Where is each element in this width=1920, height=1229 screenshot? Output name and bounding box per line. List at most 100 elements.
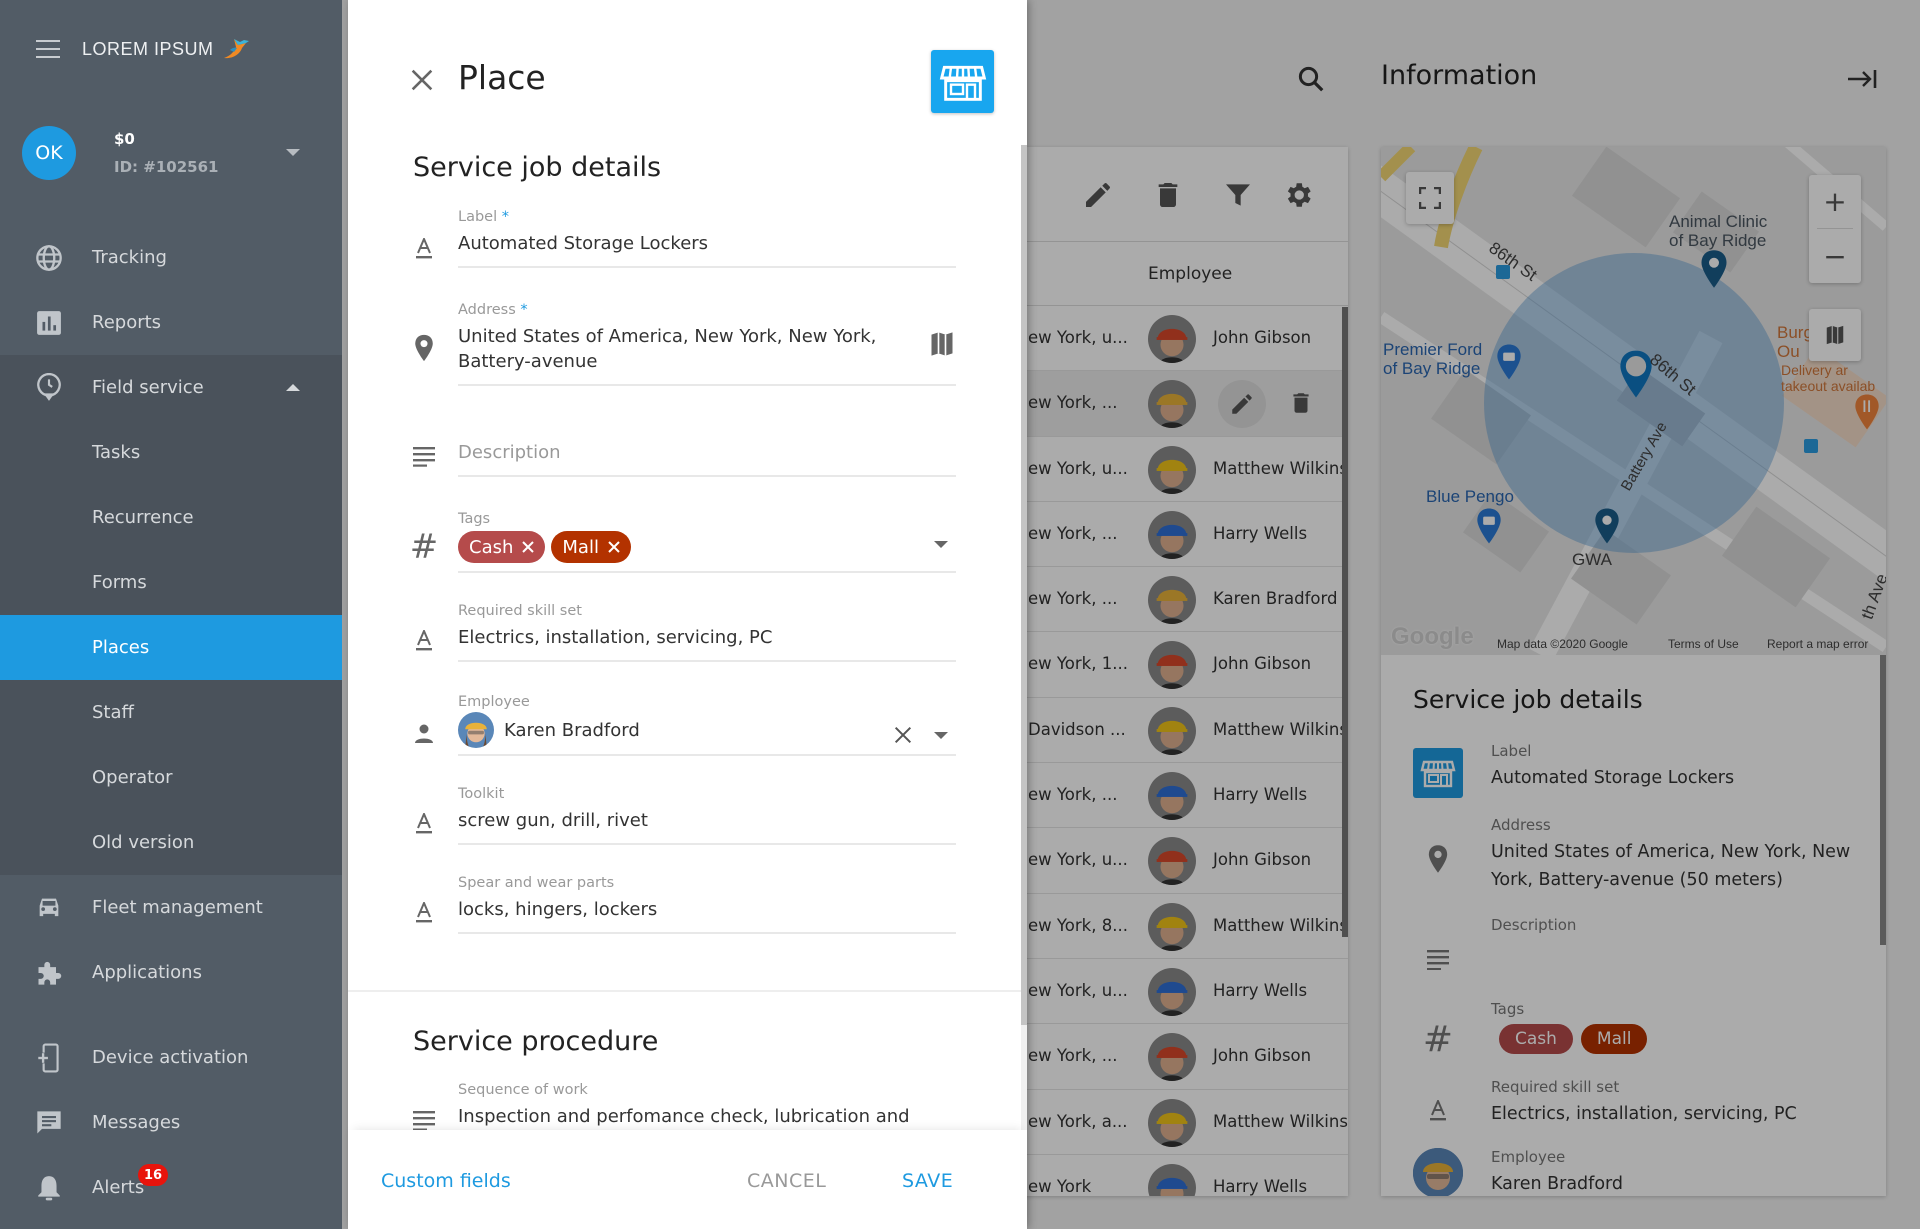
terms-of-use-link[interactable]: Terms of Use <box>1668 637 1739 651</box>
row-employee-name: Harry Wells <box>1213 785 1308 805</box>
filter-icon[interactable] <box>1222 179 1254 211</box>
report-map-error-link[interactable]: Report a map error <box>1767 637 1868 651</box>
sidebar-item-forms[interactable]: Forms <box>0 550 342 615</box>
map-icon[interactable] <box>928 330 956 358</box>
table-row[interactable]: ew York, u... John Gibson <box>1000 306 1348 372</box>
poi-pin-icon[interactable] <box>1593 507 1621 545</box>
menu-icon[interactable] <box>36 40 60 58</box>
puzzle-icon <box>34 958 64 988</box>
chevron-down-icon[interactable] <box>286 149 300 156</box>
table-row[interactable]: ew York, u... John Gibson <box>1000 828 1348 894</box>
table-row[interactable]: Davidson ... Matthew Wilkins <box>1000 698 1348 764</box>
table-row[interactable]: ew York, u... Matthew Wilkins <box>1000 437 1348 502</box>
clear-icon[interactable] <box>892 724 914 746</box>
table-row[interactable]: ew York, 1... John Gibson <box>1000 632 1348 698</box>
tag-chip[interactable]: Mall <box>551 531 631 563</box>
account-switcher[interactable]: OK $0 ID: #102561 <box>0 98 342 208</box>
table-row[interactable]: ew York, ... Harry Wells <box>1000 502 1348 568</box>
spare-parts-field[interactable]: Spear and wear parts locks, hingers, loc… <box>416 875 956 934</box>
info-scrollbar[interactable] <box>1880 655 1886 945</box>
table-row[interactable]: ew York, 8... Matthew Wilkins <box>1000 894 1348 959</box>
tags-field[interactable]: # Tags Cash Mall <box>410 511 956 573</box>
sidebar-item-tasks[interactable]: Tasks <box>0 420 342 485</box>
table-row[interactable]: ew York, a... Matthew Wilkins <box>1000 1090 1348 1155</box>
store-icon <box>1413 748 1463 798</box>
employee-avatar <box>1148 837 1196 886</box>
fullscreen-icon <box>1419 187 1441 209</box>
employee-avatar <box>1148 445 1196 494</box>
sidebar-item-reports[interactable]: Reports <box>0 290 342 355</box>
sidebar-item-operator[interactable]: Operator <box>0 745 342 810</box>
settings-gear-icon[interactable] <box>1282 179 1314 211</box>
toolkit-input[interactable]: screw gun, drill, rivet <box>458 808 956 843</box>
sidebar-item-staff[interactable]: Staff <box>0 680 342 745</box>
shopping-pin-icon[interactable] <box>1495 343 1523 381</box>
place-location-pin-icon[interactable] <box>1617 349 1655 399</box>
label-input[interactable]: Automated Storage Lockers <box>458 231 956 266</box>
table-row[interactable]: ew York, ... Karen Bradford <box>1000 567 1348 633</box>
description-input[interactable]: Description <box>458 442 956 475</box>
sidebar-group-field-service: Field service Tasks Recurrence Forms Pla… <box>0 355 342 875</box>
chevron-up-icon[interactable] <box>286 384 300 391</box>
edit-icon[interactable] <box>1082 179 1114 211</box>
delete-icon[interactable] <box>1152 179 1184 211</box>
sequence-of-work-input[interactable]: Inspection and perfomance check, lubrica… <box>458 1104 956 1130</box>
field-label: Toolkit <box>458 786 505 802</box>
table-row[interactable]: ew York, u... Harry Wells <box>1000 959 1348 1025</box>
label-field[interactable]: Label * Automated Storage Lockers <box>416 209 956 268</box>
sidebar-item-places[interactable]: Places <box>0 615 342 680</box>
map[interactable]: 86th St 86th St Battery Ave Animal Clini… <box>1381 147 1886 655</box>
map-fullscreen-button[interactable] <box>1406 172 1454 224</box>
chevron-down-icon[interactable] <box>934 541 948 548</box>
spare-parts-input[interactable]: locks, hingers, lockers <box>458 897 956 932</box>
poi-pin-icon[interactable] <box>1699 249 1729 289</box>
address-field[interactable]: Address * United States of America, New … <box>415 302 956 386</box>
row-delete-button[interactable] <box>1286 388 1316 418</box>
sidebar-item-tracking[interactable]: Tracking <box>0 225 342 290</box>
collapse-panel-icon[interactable] <box>1846 66 1878 92</box>
save-button[interactable]: SAVE <box>902 1170 953 1192</box>
row-employee-name: Harry Wells <box>1213 980 1308 1000</box>
place-icon-picker[interactable] <box>931 50 994 113</box>
zoom-in-button[interactable]: + <box>1817 175 1853 229</box>
map-type-button[interactable] <box>1809 309 1861 361</box>
table-row[interactable]: ew York, ... John Gibson <box>1000 1024 1348 1090</box>
sidebar-item-fleet-management[interactable]: Fleet management <box>0 875 342 940</box>
description-field[interactable]: Description <box>413 442 956 477</box>
section-title: Service procedure <box>413 1026 659 1057</box>
row-edit-button[interactable] <box>1218 380 1266 429</box>
zoom-out-button[interactable]: − <box>1823 229 1846 283</box>
table-row[interactable]: ew York, ... Harry Wells <box>1000 763 1348 829</box>
toolkit-field[interactable]: Toolkit screw gun, drill, rivet <box>416 786 956 845</box>
sidebar-item-old-version[interactable]: Old version <box>0 810 342 875</box>
employee-field[interactable]: Employee Karen Bradford <box>415 694 956 756</box>
sidebar-item-field-service[interactable]: Field service <box>0 355 342 420</box>
shopping-pin-icon[interactable] <box>1475 507 1503 545</box>
search-icon[interactable] <box>1296 64 1326 94</box>
dialog-scrollbar[interactable] <box>1021 145 1027 1025</box>
tag-chip[interactable]: Cash <box>458 531 546 563</box>
table-row[interactable]: ew York, ... <box>1000 371 1348 437</box>
sidebar-item-applications[interactable]: Applications <box>0 940 342 1005</box>
remove-tag-icon[interactable] <box>521 540 535 554</box>
globe-icon <box>34 243 64 273</box>
sequence-of-work-field[interactable]: Sequence of work Inspection and perfoman… <box>413 1082 956 1130</box>
close-icon[interactable] <box>408 66 436 94</box>
table-row[interactable]: ew York Harry Wells <box>1000 1155 1348 1196</box>
table-scrollbar[interactable] <box>1342 307 1348 937</box>
cancel-button[interactable]: CANCEL <box>747 1170 826 1192</box>
address-input[interactable]: United States of America, New York, New … <box>458 324 956 384</box>
required-skill-set-input[interactable]: Electrics, installation, servicing, PC <box>458 625 956 660</box>
required-skill-set-field[interactable]: Required skill set Electrics, installati… <box>416 603 956 662</box>
custom-fields-link[interactable]: Custom fields <box>381 1170 511 1192</box>
row-employee-name: John Gibson <box>1213 850 1312 870</box>
chevron-down-icon[interactable] <box>934 732 948 739</box>
restaurant-pin-icon[interactable] <box>1853 393 1881 431</box>
sidebar-item-messages[interactable]: Messages <box>0 1090 342 1155</box>
column-header-employee[interactable]: Employee <box>1148 264 1232 284</box>
sidebar-item-alerts[interactable]: Alerts 16 <box>0 1155 342 1220</box>
employee-select[interactable]: Karen Bradford <box>504 720 640 741</box>
sidebar-item-recurrence[interactable]: Recurrence <box>0 485 342 550</box>
remove-tag-icon[interactable] <box>607 540 621 554</box>
sidebar-item-device-activation[interactable]: Device activation <box>0 1025 342 1090</box>
